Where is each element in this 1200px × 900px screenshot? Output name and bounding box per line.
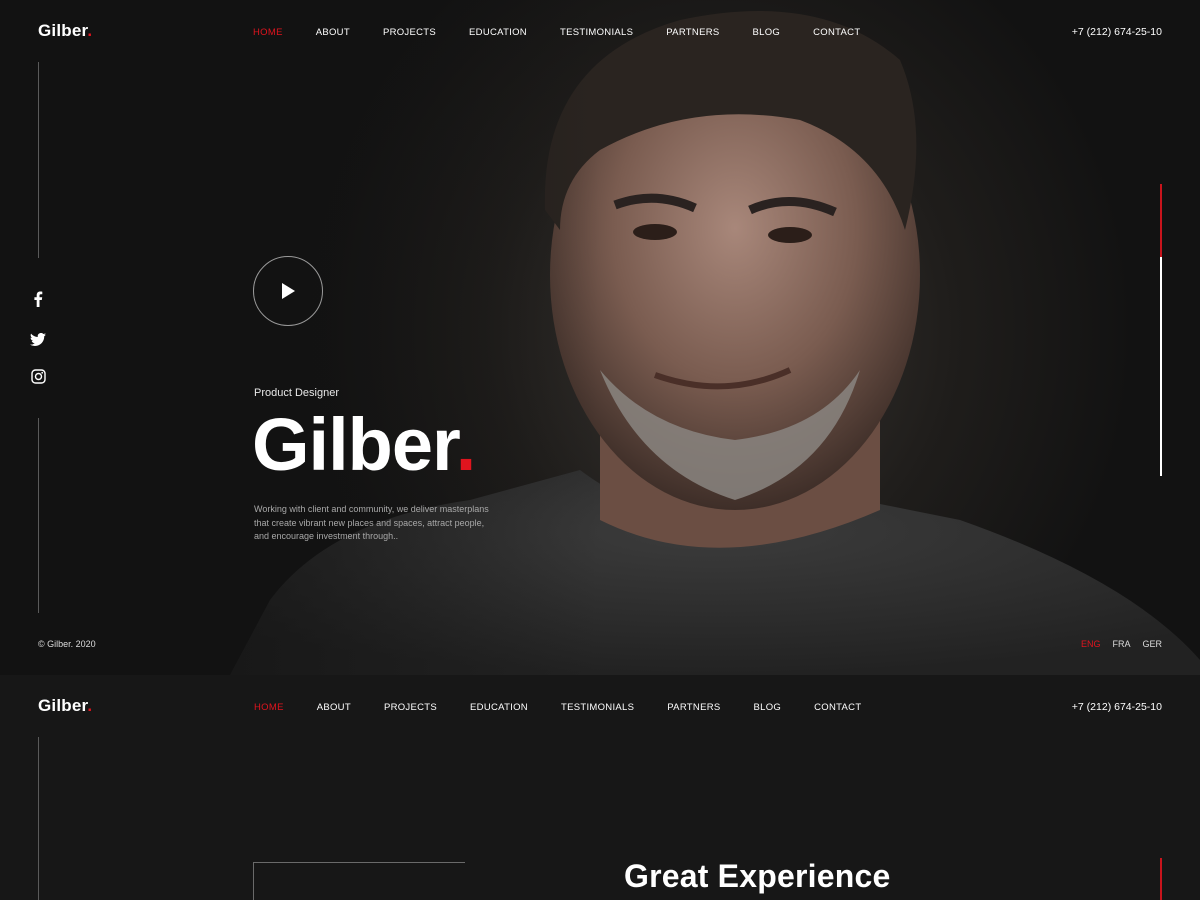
left-divider-top xyxy=(38,62,39,258)
scroll-progress-bar[interactable] xyxy=(1160,184,1162,476)
twitter-icon[interactable] xyxy=(30,331,46,347)
nav-education[interactable]: EDUCATION xyxy=(470,702,528,713)
hero-section: Gilber. HOME ABOUT PROJECTS EDUCATION TE… xyxy=(0,0,1200,675)
play-video-button[interactable] xyxy=(253,256,323,326)
lang-ger[interactable]: GER xyxy=(1142,639,1162,649)
nav-projects[interactable]: PROJECTS xyxy=(383,27,436,38)
facebook-icon[interactable] xyxy=(30,291,46,307)
section-heading: Great Experience xyxy=(624,858,891,894)
hero-title: Gilber. xyxy=(252,403,476,486)
nav-about[interactable]: ABOUT xyxy=(316,27,350,38)
nav-home[interactable]: HOME xyxy=(253,27,283,38)
logo-sticky[interactable]: Gilber. xyxy=(38,696,92,716)
left-divider-bottom xyxy=(38,418,39,613)
nav-partners[interactable]: PARTNERS xyxy=(667,702,720,713)
phone-number-sticky[interactable]: +7 (212) 674-25-10 xyxy=(1072,701,1162,713)
section-progress-indicator xyxy=(1160,858,1162,900)
nav-testimonials[interactable]: TESTIMONIALS xyxy=(560,27,633,38)
nav-testimonials[interactable]: TESTIMONIALS xyxy=(561,702,634,713)
logo[interactable]: Gilber. xyxy=(38,21,92,41)
nav-contact[interactable]: CONTACT xyxy=(813,27,860,38)
lang-fra[interactable]: FRA xyxy=(1112,639,1130,649)
nav-about[interactable]: ABOUT xyxy=(317,702,351,713)
main-nav: HOME ABOUT PROJECTS EDUCATION TESTIMONIA… xyxy=(253,27,893,38)
lang-eng[interactable]: ENG xyxy=(1081,639,1101,649)
copyright-text: © Gilber. 2020 xyxy=(38,639,96,649)
nav-blog[interactable]: BLOG xyxy=(754,702,782,713)
nav-education[interactable]: EDUCATION xyxy=(469,27,527,38)
left-divider-section2 xyxy=(38,737,39,900)
nav-home[interactable]: HOME xyxy=(254,702,284,713)
scroll-progress-fill xyxy=(1160,184,1162,257)
language-switcher: ENG FRA GER xyxy=(1069,639,1162,649)
nav-blog[interactable]: BLOG xyxy=(753,27,781,38)
nav-partners[interactable]: PARTNERS xyxy=(666,27,719,38)
sticky-nav: HOME ABOUT PROJECTS EDUCATION TESTIMONIA… xyxy=(254,702,894,713)
instagram-icon[interactable] xyxy=(30,368,46,384)
hero-subtitle: Product Designer xyxy=(254,387,339,399)
image-frame xyxy=(253,862,465,900)
hero-portrait-image xyxy=(0,0,1200,675)
nav-contact[interactable]: CONTACT xyxy=(814,702,861,713)
nav-projects[interactable]: PROJECTS xyxy=(384,702,437,713)
hero-description: Working with client and community, we de… xyxy=(254,504,489,541)
play-icon xyxy=(282,283,295,299)
phone-number[interactable]: +7 (212) 674-25-10 xyxy=(1072,26,1162,38)
experience-section: Gilber. HOME ABOUT PROJECTS EDUCATION TE… xyxy=(0,675,1200,900)
